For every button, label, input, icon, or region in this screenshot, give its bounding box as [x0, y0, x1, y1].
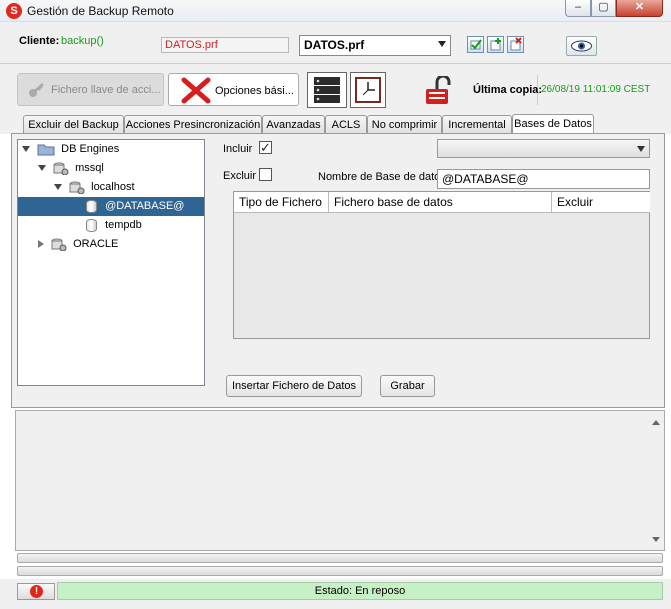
include-label: Incluir [223, 143, 253, 155]
tree-node-label: tempdb [105, 219, 142, 231]
exclude-label: Excluir [223, 170, 257, 182]
key-icon [29, 83, 44, 97]
key-file-label: Fichero llave de acci... [51, 84, 161, 96]
chevron-down-icon [438, 41, 446, 47]
app-logo-icon: S [6, 3, 22, 19]
tab-incremental[interactable]: Incremental [442, 115, 512, 134]
folder-icon [37, 144, 55, 156]
tree-node-label: ORACLE [73, 238, 119, 250]
log-area[interactable] [15, 410, 665, 551]
view-button[interactable] [566, 36, 597, 56]
dbname-input[interactable]: @DATABASE@ [437, 169, 650, 189]
window-title: Gestión de Backup Remoto [27, 4, 174, 18]
client-label: Cliente: [19, 35, 60, 47]
include-checkbox[interactable]: ✓ [259, 141, 272, 154]
chevron-down-icon [637, 146, 645, 152]
profile-select-value: DATOS.prf [304, 38, 365, 52]
tree-node-tempdb[interactable]: tempdb [18, 216, 204, 235]
datafile-table[interactable] [233, 191, 650, 339]
delete-profile-icon[interactable] [507, 36, 524, 53]
tree-node-db-engines[interactable]: DB Engines [18, 140, 204, 159]
expand-arrow-icon[interactable] [22, 146, 30, 153]
tab-excluir-del-backup[interactable]: Excluir del Backup [23, 115, 124, 134]
tree-node-mssql[interactable]: mssql [18, 159, 204, 178]
basic-options-button[interactable]: Opciones bási... [168, 73, 299, 106]
expand-arrow-icon[interactable] [38, 165, 46, 172]
validate-profile-icon[interactable] [467, 36, 484, 53]
db-type-combo[interactable] [437, 139, 650, 158]
progress-bar-1 [17, 553, 663, 563]
progress-bar-2 [17, 566, 663, 576]
maximize-button[interactable]: ▢ [591, 0, 616, 17]
tab-acciones-presincronizacion[interactable]: Acciones Presincronización [124, 115, 262, 134]
database-engine-icon [51, 238, 67, 252]
log-scrollbar[interactable] [649, 411, 664, 550]
add-profile-icon[interactable] [487, 36, 504, 53]
last-copy-value: 26/08/19 11:01:09 CEST [541, 84, 651, 95]
tree-node-label: DB Engines [61, 143, 120, 155]
tree-node-database-selected[interactable]: @DATABASE@ [18, 197, 204, 216]
tab-acls[interactable]: ACLS [325, 115, 367, 134]
collapse-arrow-icon[interactable] [38, 240, 44, 249]
scroll-down-icon[interactable] [652, 537, 660, 542]
save-button[interactable]: Grabar [380, 375, 435, 397]
client-value: backup() [61, 35, 104, 47]
tab-bases-de-datos[interactable]: Bases de Datos [512, 114, 594, 135]
column-header-file-type[interactable]: Tipo de Fichero [234, 192, 329, 213]
insert-datafile-button[interactable]: Insertar Fichero de Datos [226, 375, 362, 397]
column-header-db-file[interactable]: Fichero base de datos [329, 192, 552, 213]
tab-avanzadas[interactable]: Avanzadas [262, 115, 325, 134]
tab-no-comprimir[interactable]: No comprimir [367, 115, 442, 134]
expand-arrow-icon[interactable] [54, 184, 62, 191]
database-engine-icon [53, 162, 69, 176]
schedule-button[interactable] [350, 72, 386, 108]
db-engine-tree[interactable]: DB Engines mssql localhost @DATABASE@ te… [17, 139, 205, 386]
tree-node-localhost[interactable]: localhost [18, 178, 204, 197]
key-file-button[interactable]: Fichero llave de acci... [17, 73, 164, 106]
database-icon [86, 218, 97, 232]
close-button[interactable]: ✕ [616, 0, 663, 17]
database-icon [86, 199, 97, 213]
status-bar: Estado: En reposo [57, 582, 663, 600]
exclude-checkbox[interactable] [259, 168, 272, 181]
tree-node-oracle[interactable]: ORACLE [18, 235, 204, 254]
unlocked-padlock-icon[interactable] [423, 74, 455, 106]
tools-icon [181, 77, 211, 104]
dbname-label: Nombre de Base de datos [318, 171, 446, 183]
eye-icon [571, 40, 592, 52]
tree-node-label: mssql [75, 162, 104, 174]
database-server-icon [69, 181, 85, 195]
server-icon [314, 77, 340, 103]
alert-icon: ! [30, 585, 43, 598]
tree-node-label: localhost [91, 181, 135, 193]
last-copy-label: Última copia: [473, 84, 543, 96]
clock-icon [355, 77, 381, 103]
minimize-button[interactable]: – [565, 0, 591, 17]
server-button[interactable] [307, 72, 347, 108]
column-header-exclude[interactable]: Excluir [552, 192, 650, 213]
tree-node-label: @DATABASE@ [105, 200, 185, 212]
prf-file-field[interactable]: DATOS.prf [161, 37, 289, 53]
scroll-up-icon[interactable] [652, 420, 660, 425]
profile-select[interactable]: DATOS.prf [299, 35, 451, 56]
basic-options-label: Opciones bási... [215, 85, 294, 97]
